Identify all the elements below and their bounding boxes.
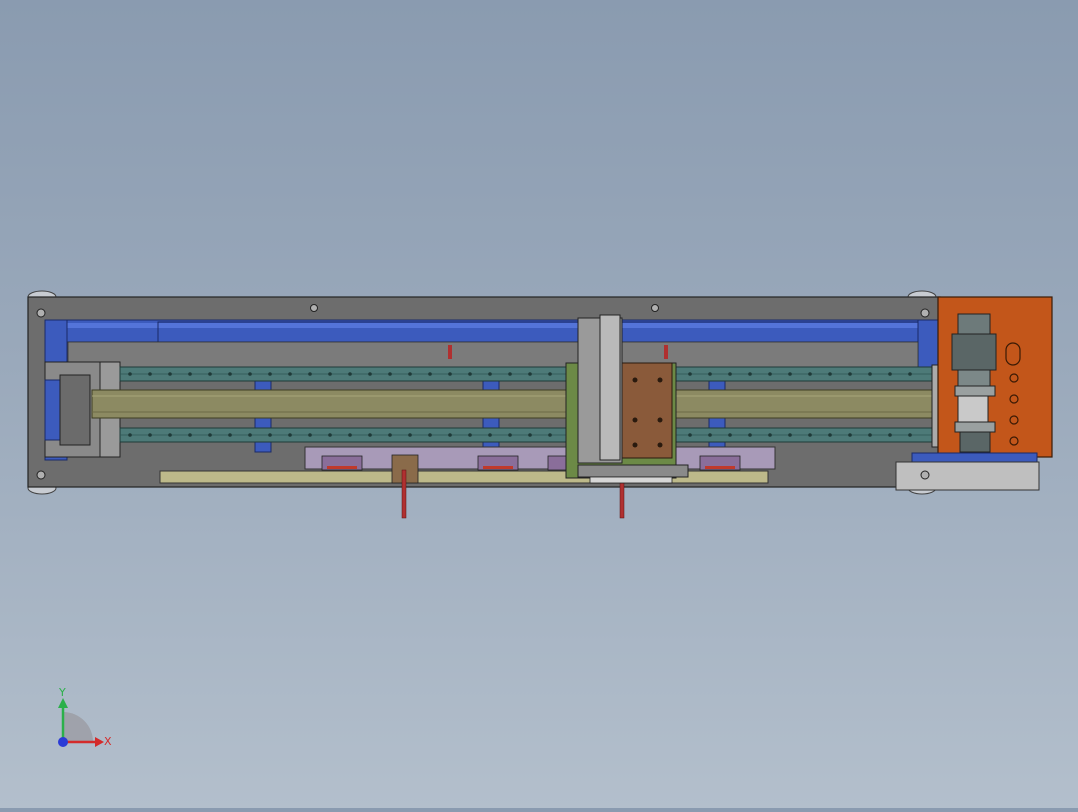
rail-bolt	[528, 372, 532, 376]
timing-belt	[91, 389, 938, 419]
rail-bolt	[768, 433, 772, 437]
rail-bolt	[208, 372, 212, 376]
rail-bolt	[248, 372, 252, 376]
rail-bolt	[228, 433, 232, 437]
y-axis-arrow	[58, 698, 68, 708]
machine-assembly[interactable]	[27, 290, 1053, 519]
z-axis-dot	[58, 737, 68, 747]
rail-bolt	[128, 433, 132, 437]
rail-bolt	[268, 433, 272, 437]
rail-bolt	[548, 372, 552, 376]
rail-bolt	[228, 372, 232, 376]
rail-bolt	[808, 372, 812, 376]
rail-bolt	[848, 433, 852, 437]
rail-bolt	[408, 433, 412, 437]
rail-bolt	[308, 433, 312, 437]
rail-bolt	[908, 372, 912, 376]
rail-bolt	[348, 372, 352, 376]
rail-bolt	[768, 372, 772, 376]
rail-bolt	[808, 433, 812, 437]
rail-bolt	[308, 372, 312, 376]
rail-bolt	[508, 372, 512, 376]
inner-panel	[67, 341, 919, 371]
rail-bolt	[788, 433, 792, 437]
upper-linear-rail	[119, 366, 936, 382]
rail-bolt	[408, 372, 412, 376]
rail-bolt	[368, 433, 372, 437]
rail-bolt	[908, 433, 912, 437]
rail-bolt	[288, 433, 292, 437]
rail-bolt	[688, 372, 692, 376]
rail-bolt	[728, 372, 732, 376]
rail-bolt	[168, 433, 172, 437]
y-axis-label: Y	[58, 686, 66, 699]
rail-bolt	[328, 372, 332, 376]
rail-bolt	[468, 433, 472, 437]
rail-bolt	[828, 433, 832, 437]
rail-bolt	[188, 433, 192, 437]
rail-bolt	[428, 433, 432, 437]
rail-bolt	[148, 372, 152, 376]
rail-bolt	[708, 372, 712, 376]
rail-bolt	[788, 372, 792, 376]
rail-bolt	[848, 372, 852, 376]
rail-bolt	[868, 372, 872, 376]
rail-bolt	[328, 433, 332, 437]
rail-bolt	[248, 433, 252, 437]
rail-bolt	[168, 372, 172, 376]
rail-bolt	[728, 433, 732, 437]
motor-mount-plate[interactable]	[937, 296, 1053, 458]
rail-bolt	[488, 433, 492, 437]
x-axis-arrow	[95, 737, 104, 747]
rail-bolt	[448, 433, 452, 437]
rail-bolt	[348, 433, 352, 437]
rail-bolt	[148, 433, 152, 437]
rail-bolt	[188, 372, 192, 376]
rail-bolt	[368, 372, 372, 376]
rail-bolt	[888, 433, 892, 437]
rail-bolt	[388, 372, 392, 376]
coordinate-triad: Y X	[58, 686, 112, 748]
rail-bolt	[288, 372, 292, 376]
rail-bolt	[748, 433, 752, 437]
rail-bolt	[488, 372, 492, 376]
bottom-right-bracket	[895, 461, 1040, 491]
rail-bolt	[428, 372, 432, 376]
triad-quadrant	[63, 712, 93, 742]
rail-bolt	[888, 372, 892, 376]
rail-bolt	[688, 433, 692, 437]
rail-bolt	[828, 372, 832, 376]
rail-bolt	[748, 372, 752, 376]
rail-bolt	[708, 433, 712, 437]
rail-bolt	[208, 433, 212, 437]
rail-bolt	[268, 372, 272, 376]
rail-bolt	[468, 372, 472, 376]
rail-bolt	[128, 372, 132, 376]
rail-bolt	[868, 433, 872, 437]
x-axis-label: X	[104, 735, 112, 748]
stepper-motor[interactable]	[951, 313, 997, 453]
rail-bolt	[508, 433, 512, 437]
cad-viewport[interactable]: Y X	[0, 0, 1078, 808]
lower-linear-rail	[119, 427, 936, 443]
rail-bolt	[528, 433, 532, 437]
rail-bolt	[448, 372, 452, 376]
rail-bolt	[388, 433, 392, 437]
rail-bolt	[548, 433, 552, 437]
